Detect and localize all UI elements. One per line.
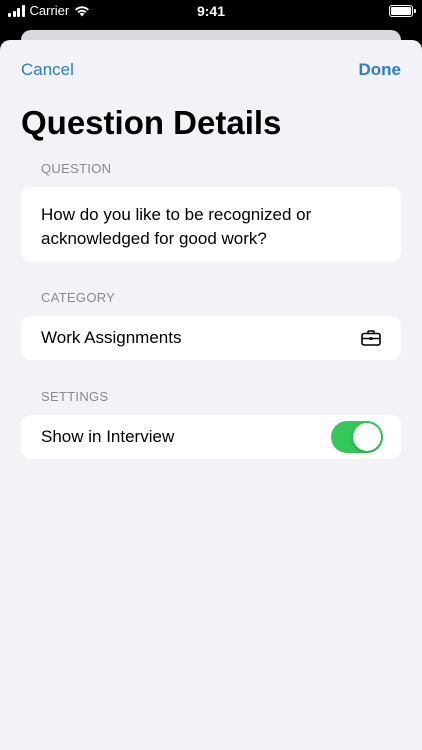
settings-section-header: SETTINGS — [41, 389, 109, 404]
cancel-button[interactable]: Cancel — [21, 60, 74, 80]
question-text-field[interactable]: How do you like to be recognized or ackn… — [21, 187, 401, 262]
show-in-interview-toggle[interactable] — [331, 421, 383, 453]
briefcase-icon — [361, 330, 381, 346]
toggle-knob — [353, 423, 381, 451]
question-section-header: QUESTION — [41, 161, 112, 176]
category-section-header: CATEGORY — [41, 290, 116, 305]
page-title: Question Details — [21, 104, 282, 141]
question-details-sheet: Cancel Done Question Details QUESTION Ho… — [0, 40, 422, 750]
status-time: 9:41 — [196, 3, 226, 19]
status-bar: Carrier 9:41 — [0, 0, 422, 22]
category-value: Work Assignments — [41, 328, 182, 347]
battery-icon — [389, 5, 416, 17]
question-text: How do you like to be recognized or ackn… — [41, 205, 312, 248]
done-button[interactable]: Done — [359, 60, 402, 80]
show-in-interview-label: Show in Interview — [41, 427, 175, 446]
show-in-interview-row: Show in Interview — [21, 415, 401, 459]
category-row[interactable]: Work Assignments — [21, 316, 401, 360]
